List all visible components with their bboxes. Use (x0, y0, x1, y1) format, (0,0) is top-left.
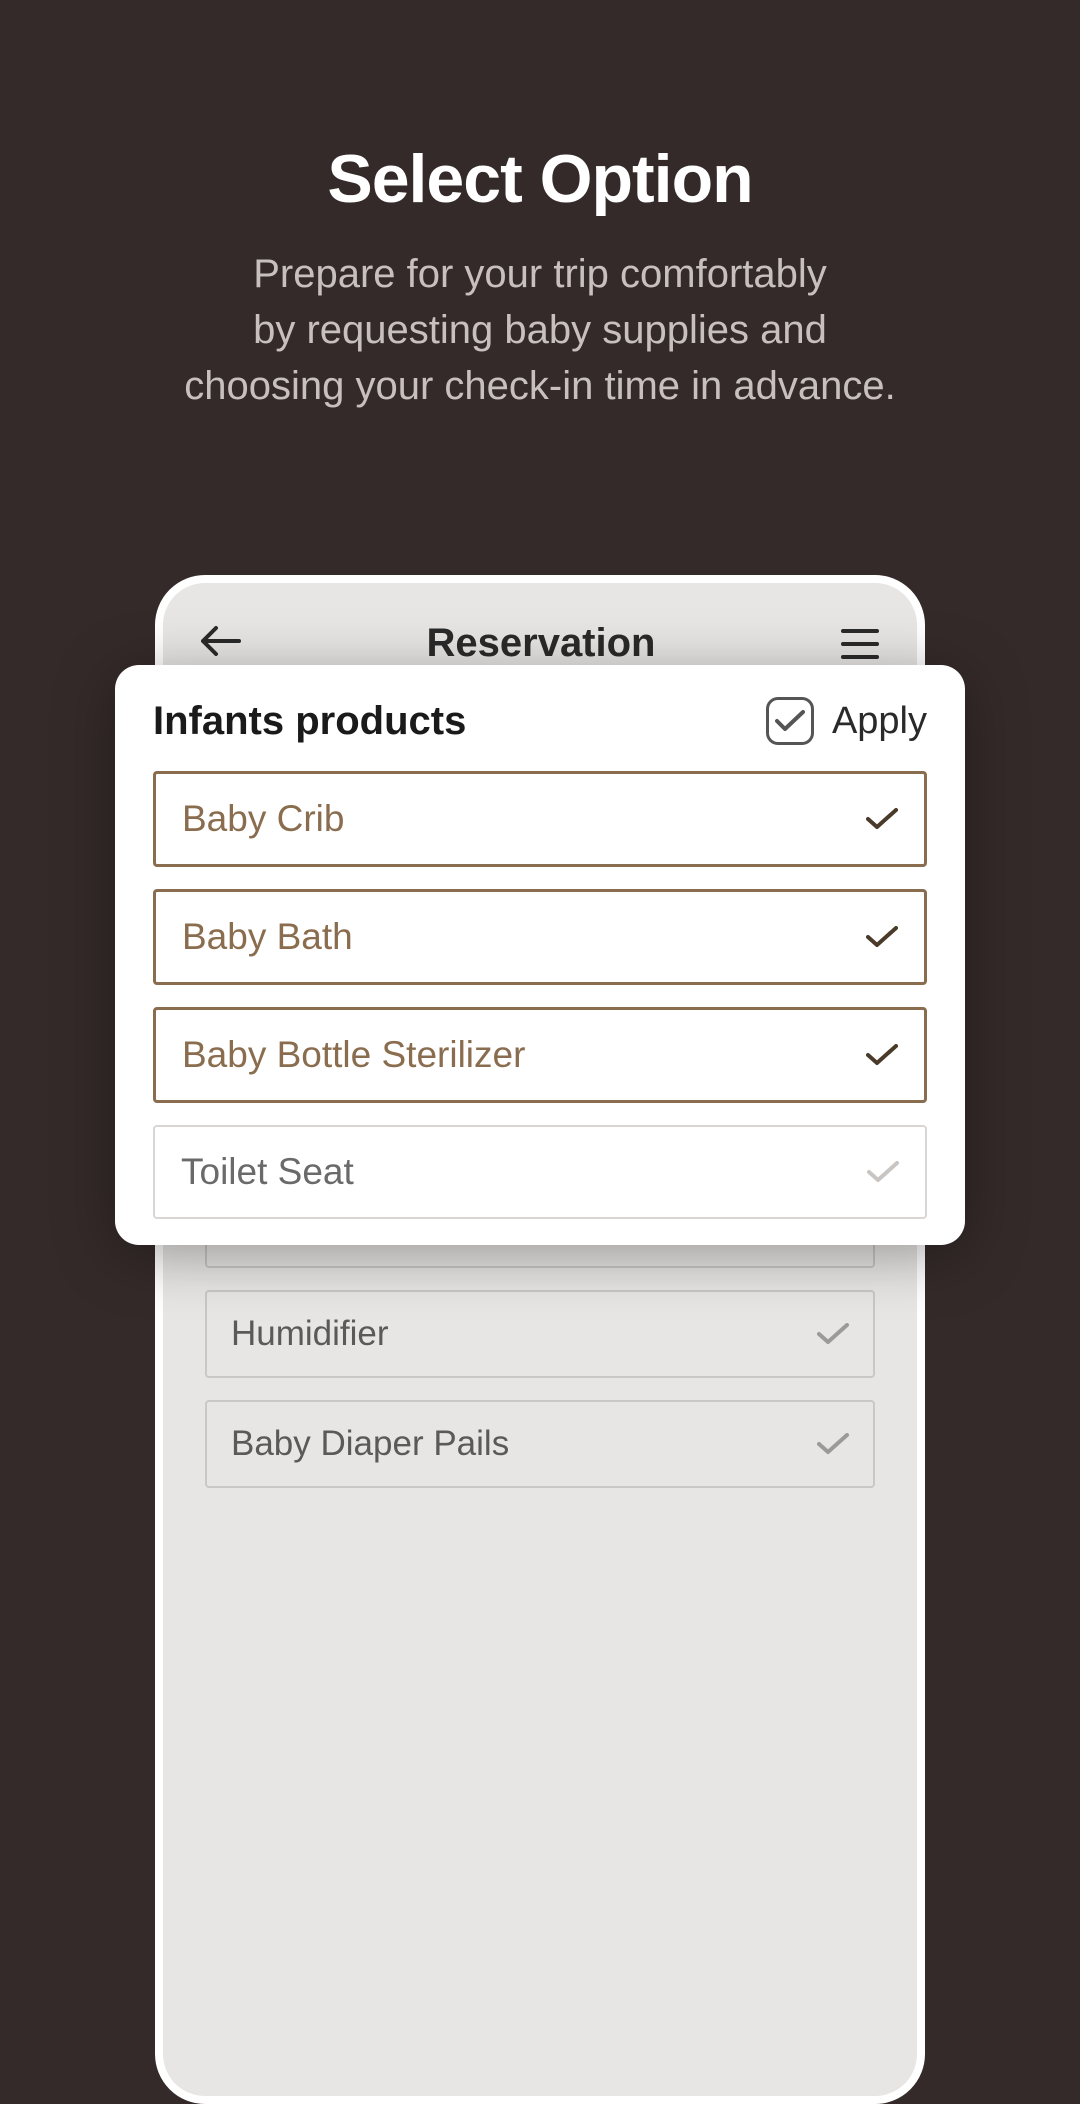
subtitle-line: Prepare for your trip comfortably (253, 252, 827, 296)
option-label: Baby Bottle Sterilizer (182, 1034, 525, 1076)
check-icon (817, 1433, 849, 1455)
check-icon (866, 926, 898, 948)
page-title: Select Option (0, 140, 1080, 218)
back-arrow-icon (201, 626, 241, 656)
option-label: Baby Bath (182, 916, 353, 958)
back-button[interactable] (201, 626, 241, 661)
apply-checkbox[interactable] (766, 697, 814, 745)
option-label: Humidifier (231, 1314, 389, 1354)
option-label: Baby Diaper Pails (231, 1424, 509, 1464)
overlay-title: Infants products (153, 699, 466, 744)
option-item-diaper-pails[interactable]: Baby Diaper Pails (205, 1400, 875, 1488)
option-label: Baby Crib (182, 798, 344, 840)
option-item-humidifier[interactable]: Humidifier (205, 1290, 875, 1378)
check-icon (867, 1161, 899, 1183)
subtitle-line: by requesting baby supplies and (253, 308, 827, 352)
apply-label: Apply (832, 700, 927, 743)
option-item-toilet-seat[interactable]: Toilet Seat (153, 1125, 927, 1219)
hamburger-icon (841, 655, 879, 659)
option-item-baby-crib[interactable]: Baby Crib (153, 771, 927, 867)
option-item-bottle-sterilizer[interactable]: Baby Bottle Sterilizer (153, 1007, 927, 1103)
subtitle-line: choosing your check-in time in advance. (184, 364, 895, 408)
check-icon (817, 1323, 849, 1345)
page-subtitle: Prepare for your trip comfortably by req… (0, 246, 1080, 414)
hamburger-icon (841, 642, 879, 646)
overlay-header: Infants products Apply (153, 697, 927, 745)
menu-button[interactable] (841, 629, 879, 659)
check-icon (866, 1044, 898, 1066)
apply-toggle[interactable]: Apply (766, 697, 927, 745)
phone-screen-title: Reservation (427, 621, 656, 666)
option-item-baby-bath[interactable]: Baby Bath (153, 889, 927, 985)
hamburger-icon (841, 629, 879, 633)
check-icon (775, 710, 805, 732)
check-icon (866, 808, 898, 830)
option-label: Toilet Seat (181, 1151, 354, 1193)
options-overlay-card: Infants products Apply Baby Crib Baby Ba… (115, 665, 965, 1245)
